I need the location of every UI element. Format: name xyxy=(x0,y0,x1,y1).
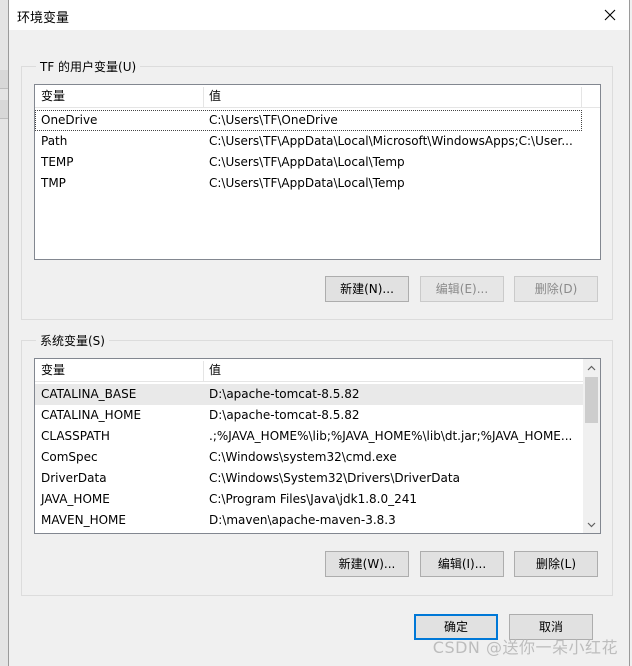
user-delete-button[interactable]: 删除(D) xyxy=(514,276,598,302)
column-separator[interactable] xyxy=(581,87,582,107)
close-button[interactable] xyxy=(595,2,625,28)
column-header-name[interactable]: 变量 xyxy=(35,85,203,107)
vertical-scrollbar[interactable] xyxy=(583,359,600,533)
variable-value: C:\Users\TF\AppData\Local\Temp xyxy=(209,155,405,169)
variable-name: TMP xyxy=(41,176,66,190)
user-variables-list[interactable]: 变量 值 OneDrive C:\Users\TF\OneDrive Path … xyxy=(34,84,601,260)
user-edit-button[interactable]: 编辑(E)... xyxy=(420,276,504,302)
variable-name: CATALINA_BASE xyxy=(41,387,137,401)
scroll-up-button[interactable] xyxy=(583,359,600,376)
table-row[interactable]: JAVA_HOME C:\Program Files\Java\jdk1.8.0… xyxy=(35,489,583,510)
variable-name: TEMP xyxy=(41,155,74,169)
user-new-button[interactable]: 新建(N)... xyxy=(325,276,409,302)
variable-value: D:\apache-tomcat-8.5.82 xyxy=(209,408,360,422)
variable-name: DriverData xyxy=(41,471,107,485)
table-row[interactable]: MAVEN_HOME D:\maven\apache-maven-3.8.3 xyxy=(35,510,583,531)
variable-value: C:\Program Files\Java\jdk1.8.0_241 xyxy=(209,492,418,506)
table-row[interactable]: ComSpec C:\Windows\system32\cmd.exe xyxy=(35,447,583,468)
table-row[interactable]: CATALINA_HOME D:\apache-tomcat-8.5.82 xyxy=(35,405,583,426)
variable-name: OneDrive xyxy=(41,113,98,127)
variable-value: D:\maven\apache-maven-3.8.3 xyxy=(209,513,396,527)
chevron-down-icon xyxy=(587,522,596,527)
variable-value: .;%JAVA_HOME%\lib;%JAVA_HOME%\lib\dt.jar… xyxy=(209,429,573,443)
variable-name: Path xyxy=(41,134,68,148)
table-row[interactable]: TMP C:\Users\TF\AppData\Local\Temp xyxy=(35,173,582,194)
close-icon xyxy=(604,9,616,21)
system-delete-button[interactable]: 删除(L) xyxy=(514,551,598,577)
system-variables-label: 系统变量(S) xyxy=(36,332,109,349)
user-variables-label: TF 的用户变量(U) xyxy=(36,58,141,75)
table-row[interactable]: CATALINA_BASE D:\apache-tomcat-8.5.82 xyxy=(35,384,583,405)
column-header-value[interactable]: 值 xyxy=(203,85,581,107)
system-variables-list[interactable]: 变量 值 CATALINA_BASE D:\apache-tomcat-8.5.… xyxy=(34,358,601,534)
environment-variables-dialog: 环境变量 TF 的用户变量(U) 变量 值 OneDrive C:\Users\… xyxy=(8,0,630,666)
variable-name: JAVA_HOME xyxy=(41,492,110,506)
variable-value: C:\Users\TF\OneDrive xyxy=(209,113,338,127)
column-header-value[interactable]: 值 xyxy=(203,359,581,381)
variable-name: MAVEN_HOME xyxy=(41,513,126,527)
scroll-thumb[interactable] xyxy=(585,377,598,423)
variable-name: CATALINA_HOME xyxy=(41,408,142,422)
variable-value: C:\Users\TF\AppData\Local\Microsoft\Wind… xyxy=(209,134,573,148)
variable-value: C:\Windows\system32\cmd.exe xyxy=(209,450,397,464)
title-bar: 环境变量 xyxy=(9,0,629,30)
table-row[interactable]: Path C:\Users\TF\AppData\Local\Microsoft… xyxy=(35,131,582,152)
variable-name: CLASSPATH xyxy=(41,429,110,443)
dialog-title: 环境变量 xyxy=(17,11,70,26)
watermark: CSDN @送你一朵小红花 xyxy=(432,638,618,657)
list-header: 变量 值 xyxy=(35,359,584,382)
table-row[interactable]: CLASSPATH .;%JAVA_HOME%\lib;%JAVA_HOME%\… xyxy=(35,426,583,447)
table-row[interactable]: TEMP C:\Users\TF\AppData\Local\Temp xyxy=(35,152,582,173)
column-header-name[interactable]: 变量 xyxy=(35,359,203,381)
table-row[interactable]: DriverData C:\Windows\System32\Drivers\D… xyxy=(35,468,583,489)
variable-value: C:\Windows\System32\Drivers\DriverData xyxy=(209,471,460,485)
variable-value: D:\apache-tomcat-8.5.82 xyxy=(209,387,360,401)
table-row[interactable]: OneDrive C:\Users\TF\OneDrive xyxy=(35,110,582,131)
scroll-down-button[interactable] xyxy=(583,516,600,533)
system-edit-button[interactable]: 编辑(I)... xyxy=(420,551,504,577)
list-header: 变量 值 xyxy=(35,85,600,108)
variable-name: ComSpec xyxy=(41,450,98,464)
system-new-button[interactable]: 新建(W)... xyxy=(325,551,409,577)
variable-value: C:\Users\TF\AppData\Local\Temp xyxy=(209,176,405,190)
chevron-up-icon xyxy=(587,365,596,370)
